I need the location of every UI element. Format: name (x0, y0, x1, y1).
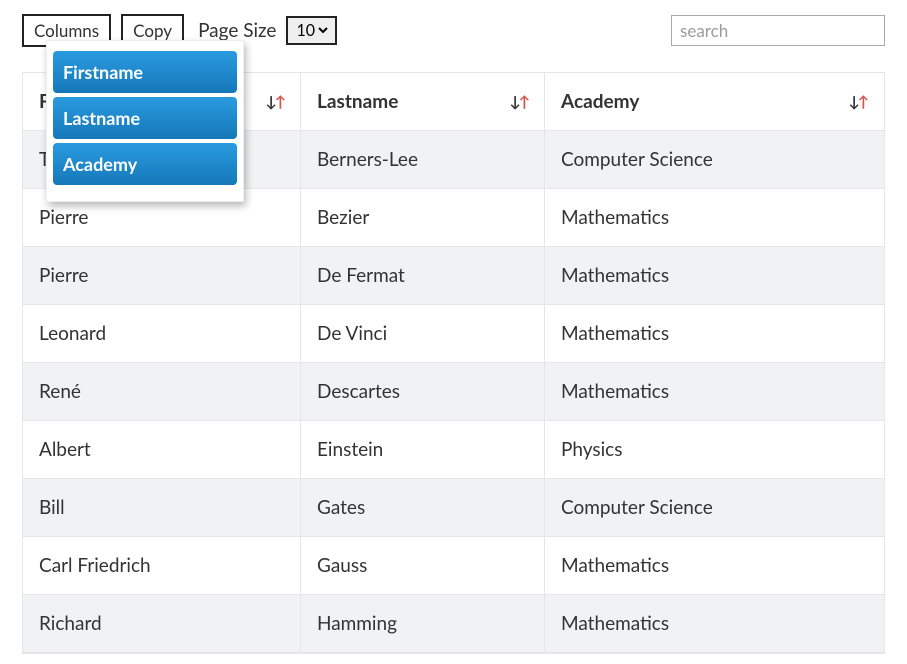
sort-icon: ↓↑ (510, 93, 529, 111)
sort-icon: ↓↑ (849, 93, 868, 111)
cell-academy: Mathematics (545, 247, 883, 304)
header-lastname[interactable]: Lastname ↓↑ (301, 73, 545, 130)
cell-firstname: René (23, 363, 301, 420)
cell-lastname: De Vinci (301, 305, 545, 362)
cell-lastname: De Fermat (301, 247, 545, 304)
header-academy[interactable]: Academy ↓↑ (545, 73, 883, 130)
page-size-label: Page Size (198, 19, 276, 42)
table-row[interactable]: PierreDe FermatMathematics (23, 247, 884, 305)
cell-lastname: Gates (301, 479, 545, 536)
cell-firstname: Richard (23, 595, 301, 652)
cell-firstname: Carl Friedrich (23, 537, 301, 594)
page-size-select-wrap: 10 (286, 16, 337, 45)
cell-academy: Mathematics (545, 305, 883, 362)
cell-academy: Physics (545, 421, 883, 478)
cell-academy: Mathematics (545, 537, 883, 594)
cell-lastname: Gauss (301, 537, 545, 594)
header-lastname-label: Lastname (317, 90, 398, 113)
cell-lastname: Berners-Lee (301, 131, 545, 188)
table-row[interactable]: RenéDescartesMathematics (23, 363, 884, 421)
dropdown-item-lastname[interactable]: Lastname (53, 97, 237, 139)
cell-firstname: Leonard (23, 305, 301, 362)
sort-icon: ↓↑ (266, 93, 285, 111)
page-size-select[interactable]: 10 (292, 20, 331, 41)
table-row[interactable]: Carl FriedrichGaussMathematics (23, 537, 884, 595)
cell-academy: Mathematics (545, 595, 883, 652)
dropdown-item-firstname[interactable]: Firstname (53, 51, 237, 93)
search-input[interactable] (671, 15, 885, 46)
cell-firstname: Albert (23, 421, 301, 478)
table-row[interactable]: RichardHammingMathematics (23, 595, 884, 653)
table-row[interactable]: AlbertEinsteinPhysics (23, 421, 884, 479)
cell-lastname: Einstein (301, 421, 545, 478)
columns-dropdown: Firstname Lastname Academy (46, 40, 244, 202)
cell-firstname: Pierre (23, 247, 301, 304)
cell-firstname: Bill (23, 479, 301, 536)
cell-academy: Computer Science (545, 479, 883, 536)
cell-academy: Mathematics (545, 189, 883, 246)
cell-lastname: Hamming (301, 595, 545, 652)
table-row[interactable]: LeonardDe VinciMathematics (23, 305, 884, 363)
cell-lastname: Bezier (301, 189, 545, 246)
cell-academy: Mathematics (545, 363, 883, 420)
header-academy-label: Academy (561, 90, 639, 113)
dropdown-item-academy[interactable]: Academy (53, 143, 237, 185)
cell-lastname: Descartes (301, 363, 545, 420)
cell-academy: Computer Science (545, 131, 883, 188)
table-row[interactable]: BillGatesComputer Science (23, 479, 884, 537)
